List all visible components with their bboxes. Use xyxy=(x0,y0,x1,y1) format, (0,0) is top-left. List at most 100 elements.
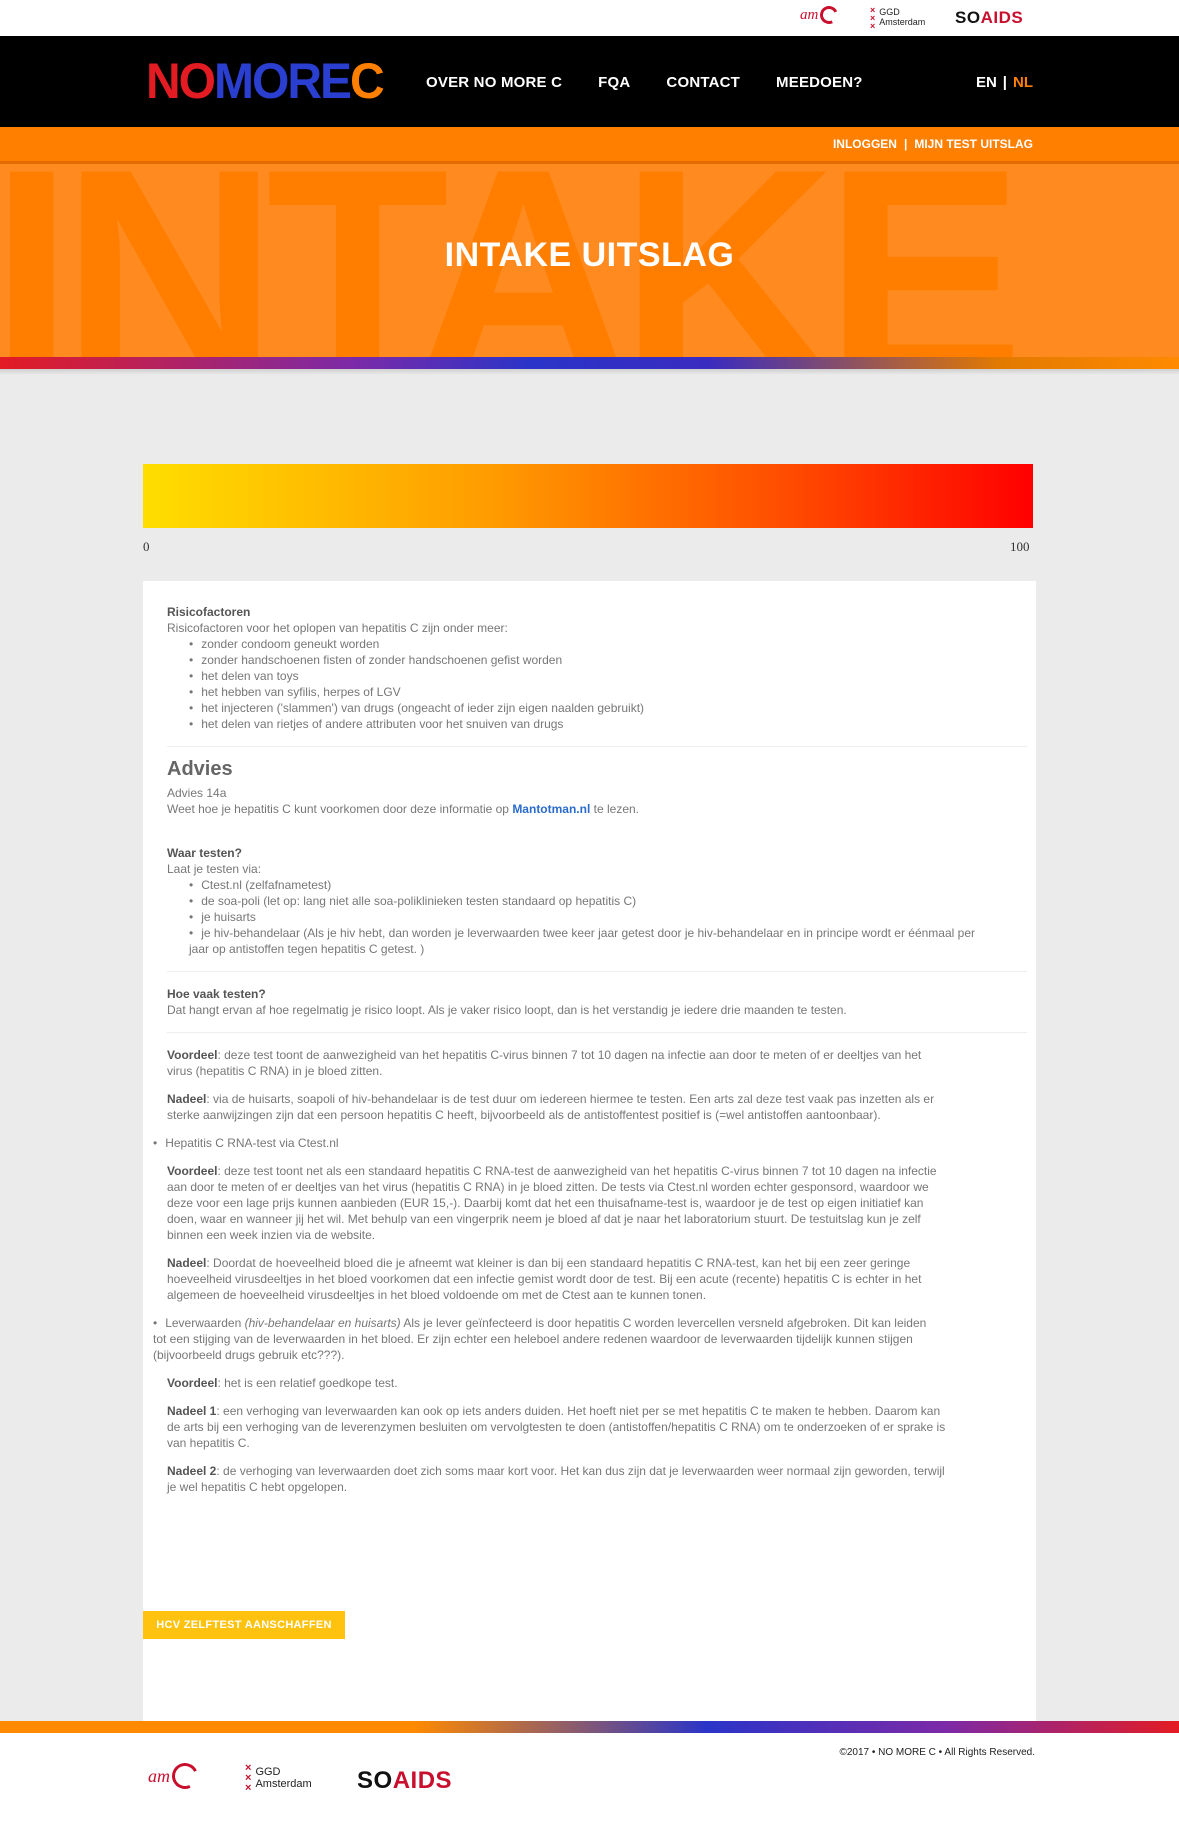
account-bar: INLOGGEN | MIJN TEST UITSLAG xyxy=(0,127,1179,161)
voordeel-label: Voordeel xyxy=(167,1376,218,1390)
list-item: je huisarts xyxy=(189,909,1027,925)
nadeel2-lever: Nadeel 2: de verhoging van leverwaarden … xyxy=(167,1463,947,1495)
nomorec-logo[interactable]: NOMOREC xyxy=(146,53,385,110)
list-item: het hebben van syfilis, herpes of LGV xyxy=(189,684,1027,700)
footer-ggd-line1: GGD xyxy=(255,1765,281,1778)
nadeel-label: Nadeel xyxy=(167,1092,207,1106)
nadeel2-label: Nadeel 2 xyxy=(167,1464,217,1478)
risk-factors-title: Risicofactoren xyxy=(167,605,251,619)
divider xyxy=(167,746,1027,747)
footer-ggd-logo[interactable]: × × × GGD Amsterdam xyxy=(245,1762,312,1794)
advies-text-post: te lezen. xyxy=(590,802,640,816)
nadeel-ctest-text: : Doordat de hoeveelheid bloed die je af… xyxy=(167,1256,922,1302)
score-min-label: 0 xyxy=(143,539,150,554)
nadeel2-lever-text: : de verhoging van leverwaarden doet zic… xyxy=(167,1464,945,1494)
risk-factors-intro: Risicofactoren voor het oplopen van hepa… xyxy=(167,621,508,635)
amc-logo-text: am xyxy=(800,6,819,23)
advies-heading: Advies xyxy=(167,758,233,780)
amsterdam-x-icon: × × × xyxy=(870,5,876,31)
nadeel1-lever-text: : een verhoging van leverwaarden kan ook… xyxy=(167,1404,946,1450)
footer-soaids-logo[interactable]: SOAIDS xyxy=(357,1767,452,1795)
list-item: het delen van toys xyxy=(189,668,1027,684)
voordeel-label: Voordeel xyxy=(167,1048,218,1062)
footer-soaids-so: SO xyxy=(357,1767,393,1794)
language-switch: EN | NL xyxy=(976,74,1033,91)
footer-color-stripe xyxy=(0,1721,1179,1733)
page-title: INTAKE UITSLAG xyxy=(444,236,735,274)
soaids-logo[interactable]: SOAIDS xyxy=(955,8,1023,28)
logo-no: NO xyxy=(146,53,216,110)
result-content: Risicofactoren Risicofactoren voor het o… xyxy=(153,604,1027,1507)
nadeel-rna-text: : via de huisarts, soapoli of hiv-behand… xyxy=(167,1092,935,1122)
lang-en[interactable]: EN xyxy=(976,74,997,91)
voordeel-ctest: Voordeel: deze test toont net als een st… xyxy=(167,1163,947,1243)
hero-shadow xyxy=(0,369,1179,375)
copyright-text: ©2017 • NO MORE C • All Rights Reserved. xyxy=(839,1747,1035,1758)
ggd-line2: Amsterdam xyxy=(879,17,926,27)
nav-meedoen[interactable]: MEEDOEN? xyxy=(776,74,863,91)
ggd-line1: GGD xyxy=(879,7,900,18)
amc-logo[interactable]: am xyxy=(800,3,841,27)
waar-testen-title: Waar testen? xyxy=(167,846,242,860)
list-item: het delen van rietjes of andere attribut… xyxy=(189,716,1027,732)
lang-separator: | xyxy=(1002,74,1007,91)
nadeel1-label: Nadeel 1 xyxy=(167,1404,217,1418)
list-item: Ctest.nl (zelfafnametest) xyxy=(189,877,1027,893)
waar-testen-list: Ctest.nl (zelfafnametest) de soa-poli (l… xyxy=(189,877,1027,957)
nav-over-no-more-c[interactable]: OVER NO MORE C xyxy=(426,74,562,91)
ggd-logo[interactable]: × × × GGD Amsterdam xyxy=(870,5,926,31)
voordeel-ctest-text: : deze test toont net als een standaard … xyxy=(167,1164,937,1242)
footer-amc-logo[interactable]: am xyxy=(148,1759,202,1793)
list-item: de soa-poli (let op: lang niet alle soa-… xyxy=(189,893,1027,909)
ctest-bullet: Hepatitis C RNA-test via Ctest.nl xyxy=(153,1135,933,1151)
divider xyxy=(167,971,1027,972)
hero-color-stripe xyxy=(0,357,1179,369)
mantotman-link[interactable]: Mantotman.nl xyxy=(512,802,590,816)
hoe-vaak-text: Dat hangt ervan af hoe regelmatig je ris… xyxy=(167,1003,847,1017)
soaids-so: SO xyxy=(955,8,981,27)
account-separator: | xyxy=(903,137,908,151)
voordeel-rna-text: : deze test toont de aanwezigheid van he… xyxy=(167,1048,922,1078)
main-nav: OVER NO MORE C FQA CONTACT MEEDOEN? xyxy=(426,74,899,91)
leverwaarden-bullet: Leverwaarden (hiv-behandelaar en huisart… xyxy=(153,1315,933,1363)
advies-code: Advies 14a xyxy=(167,786,227,800)
leverwaarden-label: Leverwaarden xyxy=(165,1316,245,1330)
logo-more: MORE xyxy=(214,53,352,110)
main-header: NOMOREC OVER NO MORE C FQA CONTACT MEEDO… xyxy=(0,36,1179,127)
nav-fqa[interactable]: FQA xyxy=(598,74,630,91)
nadeel-ctest: Nadeel: Doordat de hoeveelheid bloed die… xyxy=(167,1255,947,1303)
list-item: zonder handschoenen fisten of zonder han… xyxy=(189,652,1027,668)
footer: am × × × GGD Amsterdam SOAIDS ©2017 • NO MO… xyxy=(0,1733,1179,1848)
lang-nl[interactable]: NL xyxy=(1013,74,1033,91)
hero-banner: INTAKE INTAKE UITSLAG xyxy=(0,161,1179,357)
buy-hcv-selftest-button[interactable]: HCV ZELFTEST AANSCHAFFEN xyxy=(143,1611,345,1639)
footer-soaids-aids: AIDS xyxy=(392,1767,453,1794)
nav-contact[interactable]: CONTACT xyxy=(666,74,740,91)
voordeel-lever: Voordeel: het is een relatief goedkope t… xyxy=(167,1375,947,1391)
score-max-label: 100 xyxy=(1010,539,1030,554)
hoe-vaak-title: Hoe vaak testen? xyxy=(167,987,266,1001)
soaids-aids: AIDS xyxy=(980,8,1024,27)
advies-text-pre: Weet hoe je hepatitis C kunt voorkomen d… xyxy=(167,802,513,816)
logo-c: C xyxy=(350,53,385,110)
nadeel1-lever: Nadeel 1: een verhoging van leverwaarden… xyxy=(167,1403,947,1451)
my-test-result-link[interactable]: MIJN TEST UITSLAG xyxy=(914,137,1033,151)
list-item: het injecteren ('slammen') van drugs (on… xyxy=(189,700,1027,716)
footer-ggd-line2: Amsterdam xyxy=(255,1778,312,1790)
advies-text: Weet hoe je hepatitis C kunt voorkomen d… xyxy=(167,801,1027,817)
voordeel-lever-text: : het is een relatief goedkope test. xyxy=(217,1376,398,1390)
nadeel-label: Nadeel xyxy=(167,1256,207,1270)
voordeel-label: Voordeel xyxy=(167,1164,218,1178)
waar-testen-intro: Laat je testen via: xyxy=(167,862,262,876)
footer-amc-text: am xyxy=(148,1765,170,1786)
leverwaarden-emphasis: (hiv-behandelaar en huisarts) xyxy=(244,1316,401,1330)
risk-score-gradient xyxy=(143,464,1033,528)
risk-factors-list: zonder condoom geneukt worden zonder han… xyxy=(189,636,1027,732)
amsterdam-x-icon: × × × xyxy=(245,1762,252,1794)
partner-bar-top: am × × × GGD Amsterdam SOAIDS xyxy=(0,0,1179,36)
nadeel-rna: Nadeel: via de huisarts, soapoli of hiv-… xyxy=(167,1091,947,1123)
login-link[interactable]: INLOGGEN xyxy=(833,137,897,151)
voordeel-rna: Voordeel: deze test toont de aanwezighei… xyxy=(167,1047,947,1079)
list-item: zonder condoom geneukt worden xyxy=(189,636,1027,652)
amc-c-icon xyxy=(817,3,841,27)
